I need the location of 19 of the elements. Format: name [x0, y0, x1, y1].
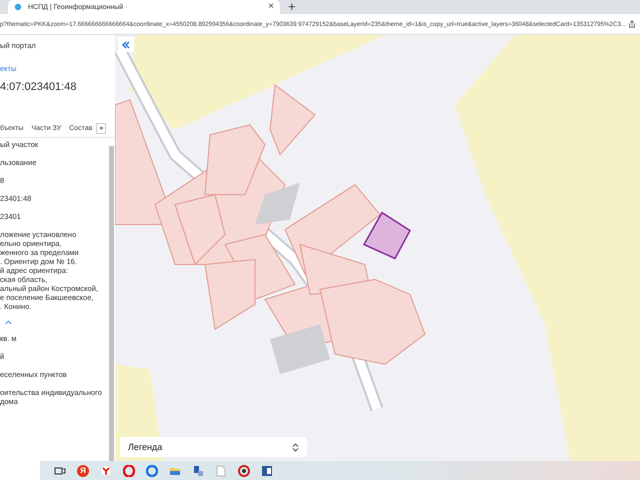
legend-dropdown[interactable]: Легенда [120, 437, 307, 457]
edge-icon[interactable] [146, 464, 158, 476]
app-icon[interactable] [238, 464, 250, 476]
taskbar-search-field[interactable] [0, 461, 40, 480]
task-view-icon[interactable] [54, 464, 66, 476]
chevron-up-down-icon [292, 442, 299, 452]
scrollbar[interactable] [109, 146, 114, 461]
cadastral-number: 4:07:023401:48 [0, 81, 78, 93]
document-icon[interactable] [261, 464, 273, 476]
collapse-panel-button[interactable] [118, 37, 134, 52]
share-icon[interactable] [628, 20, 636, 28]
yandex-app-icon[interactable]: Я [77, 464, 89, 476]
double-chevron-left-icon [121, 40, 131, 50]
chevron-up-icon[interactable] [5, 320, 12, 325]
close-tab-button[interactable]: × [268, 2, 274, 12]
opera-icon[interactable] [123, 464, 135, 476]
globe-icon [14, 3, 22, 11]
new-tab-button[interactable]: + [288, 0, 296, 14]
browser-icon[interactable] [100, 464, 112, 476]
